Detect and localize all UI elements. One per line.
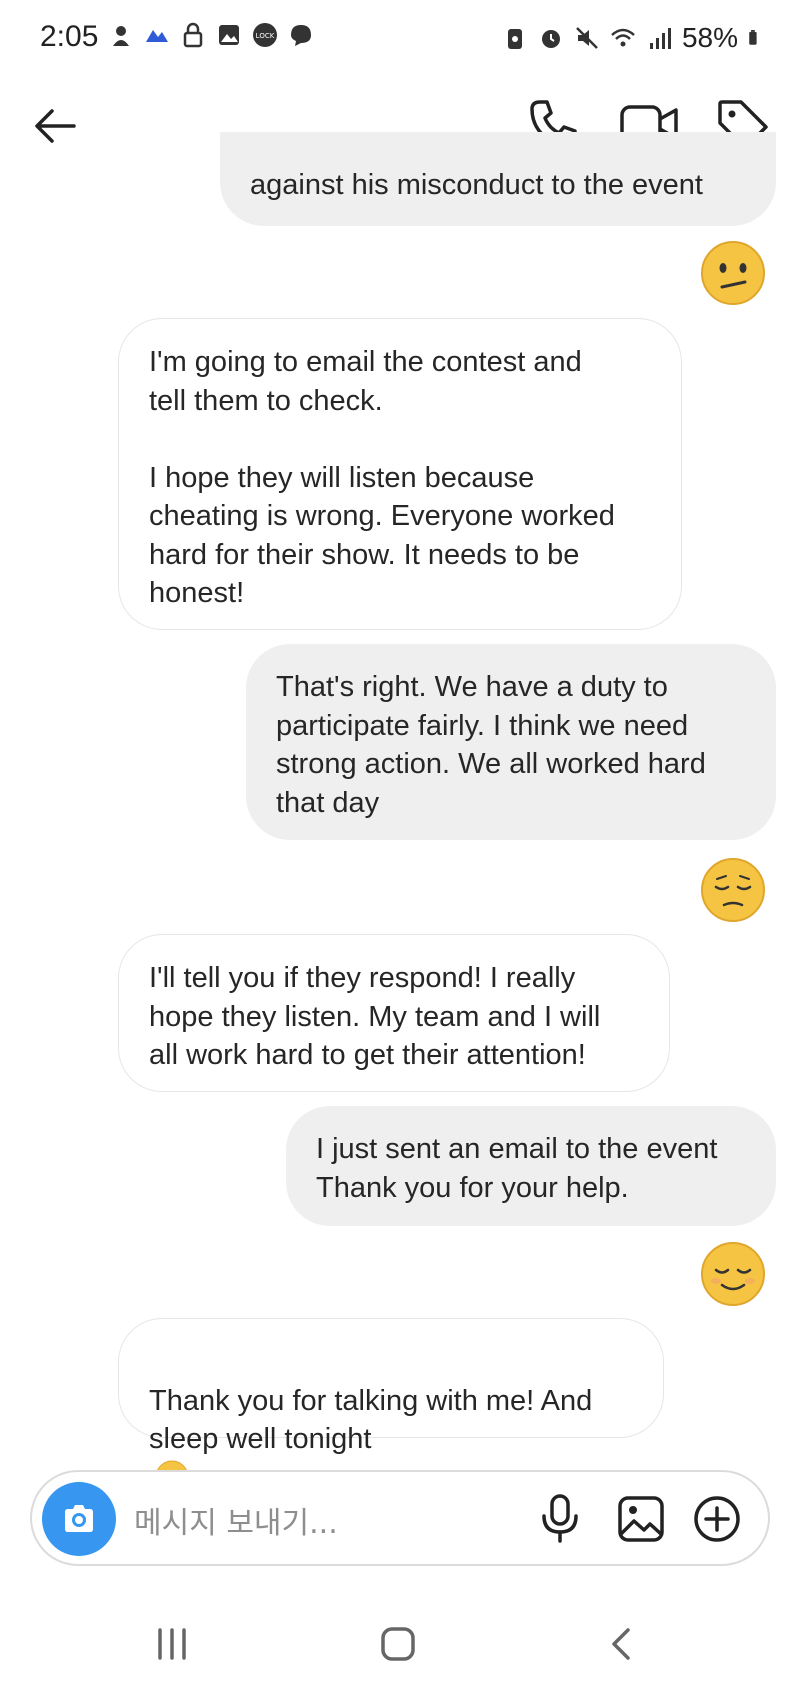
messenger-notification-icon	[291, 25, 311, 46]
app-lock-icon: LOCK	[253, 23, 277, 47]
system-status-icons: 58%	[502, 22, 764, 54]
battery-saver-icon	[507, 29, 522, 49]
gallery-icon[interactable]	[616, 1494, 666, 1544]
outgoing-message[interactable]: against his misconduct to the event	[220, 132, 776, 226]
battery-icon	[749, 30, 757, 45]
gallery-notification-icon	[219, 25, 239, 45]
signal-icon	[649, 28, 671, 49]
pensive-face-emoji[interactable]	[700, 857, 766, 923]
mute-icon	[576, 27, 598, 49]
battery-percent: 58%	[681, 22, 738, 53]
status-bar: 2:05 LOCK 58%	[0, 0, 800, 80]
outgoing-message[interactable]: That's right. We have a duty to particip…	[246, 644, 776, 840]
svg-text:LOCK: LOCK	[256, 32, 275, 40]
notification-icons: LOCK	[108, 22, 314, 48]
wifi-icon	[611, 28, 635, 47]
incoming-message[interactable]: I'll tell you if they respond! I really …	[118, 934, 670, 1092]
system-navigation-bar	[0, 1600, 800, 1689]
camera-icon	[65, 1505, 93, 1532]
alarm-icon	[541, 30, 560, 48]
add-content-icon[interactable]	[692, 1494, 742, 1544]
lock-icon	[183, 22, 203, 48]
incoming-message[interactable]: Thank you for talking with me! And sleep…	[118, 1318, 664, 1493]
home-icon[interactable]	[378, 1624, 418, 1664]
microphone-icon[interactable]	[536, 1492, 584, 1544]
recent-apps-icon[interactable]	[152, 1626, 192, 1662]
message-input[interactable]: 메시지 보내기...	[134, 1498, 338, 1542]
relieved-face-emoji[interactable]	[700, 1241, 766, 1307]
back-navigation-icon[interactable]	[604, 1624, 638, 1664]
camera-button[interactable]	[42, 1482, 116, 1556]
app-notification-icon	[113, 26, 129, 46]
incoming-message[interactable]: I'm going to email the contest and tell …	[118, 318, 682, 630]
cloud-icon	[146, 30, 168, 42]
message-composer: 메시지 보내기...	[30, 1470, 770, 1566]
confused-face-emoji[interactable]	[700, 240, 766, 306]
outgoing-message[interactable]: I just sent an email to the event Thank …	[286, 1106, 776, 1226]
status-time: 2:05	[40, 20, 99, 53]
message-text: Thank you for talking with me! And sleep…	[149, 1384, 593, 1456]
back-arrow-icon[interactable]	[28, 98, 84, 154]
